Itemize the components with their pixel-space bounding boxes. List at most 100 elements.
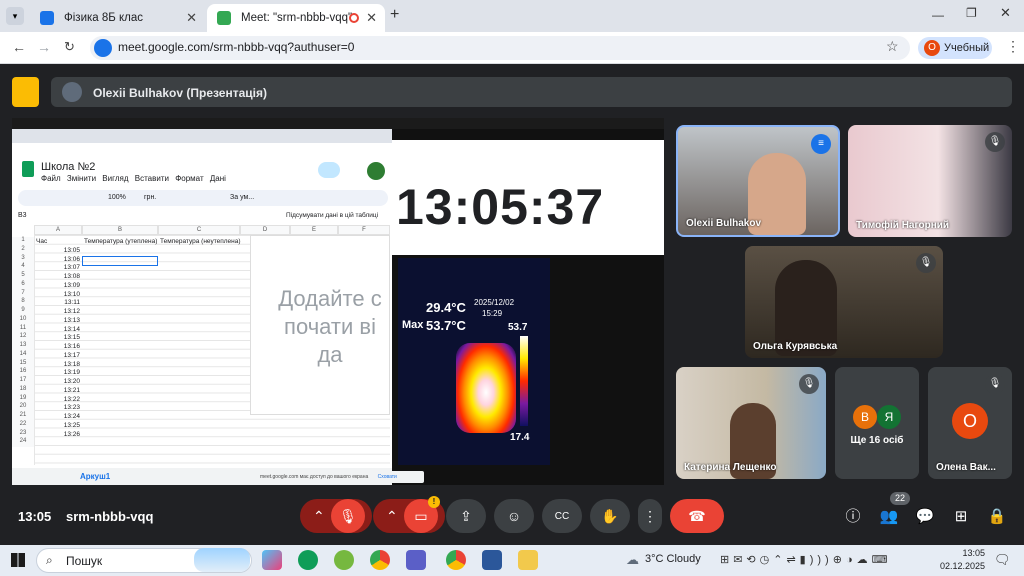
teams-icon[interactable]: [406, 550, 426, 570]
more-vert-icon: ⋮: [643, 507, 657, 524]
tab-physics[interactable]: Фізика 8Б клас ✕: [30, 4, 205, 32]
avatar: В: [853, 405, 877, 429]
profile-label: Учебный: [944, 42, 990, 54]
participant-name: Ольга Курявська: [753, 341, 838, 352]
sheets-logo-icon: [22, 161, 34, 177]
menu-view: Вигляд: [102, 174, 129, 183]
system-tray-icons[interactable]: ⊞✉⟲◷⌃⇌▮)))⊕◑☁⌨: [720, 553, 891, 566]
menu-format: Формат: [175, 174, 204, 183]
present-button[interactable]: ⇪: [446, 499, 486, 533]
column-header: B: [82, 225, 158, 235]
more-people-label: Ще 16 осіб: [850, 435, 904, 446]
participant-tile[interactable]: 🎙 О Олена Вак...: [928, 367, 1012, 479]
participant-tile[interactable]: 🎙 Катерина Лещенко: [676, 367, 826, 479]
chrome-profile-icon[interactable]: [446, 550, 466, 570]
time-cell: 13:22: [63, 395, 80, 403]
warning-badge: !: [428, 496, 440, 508]
captions-button[interactable]: CC: [542, 499, 582, 533]
speaking-indicator-icon: ≡: [811, 134, 831, 154]
sheet-menu: Файл Змінити Вигляд Вставити Формат Дані: [41, 174, 226, 183]
time-cell: 13:07: [63, 264, 80, 272]
captions-icon: CC: [554, 510, 570, 522]
participant-name: Olexii Bulhakov: [686, 218, 762, 229]
info-icon[interactable]: ⓘ: [842, 506, 864, 528]
bookmark-star-icon[interactable]: ☆: [886, 38, 899, 55]
row-number: 24: [12, 438, 34, 447]
avatar: Я: [877, 405, 901, 429]
more-participants-tile[interactable]: В Я Ще 16 осіб: [835, 367, 919, 479]
present-icon[interactable]: [12, 77, 39, 107]
more-options-button[interactable]: ⋮: [638, 499, 662, 533]
header-insulated: Температура (утеплена): [84, 238, 158, 245]
column-header: F: [338, 225, 390, 235]
people-icon[interactable]: 👥: [878, 506, 900, 528]
row-number: 15: [12, 359, 34, 369]
chat-icon[interactable]: 💬: [914, 506, 936, 528]
time-cell: 13:05: [63, 246, 80, 254]
close-window-icon[interactable]: ✕: [1000, 5, 1011, 21]
minimize-icon[interactable]: —: [932, 8, 944, 22]
url-text[interactable]: meet.google.com/srm-nbbb-vqq?authuser=0: [118, 40, 354, 54]
participant-tile[interactable]: ≡ Olexii Bulhakov: [676, 125, 840, 237]
clock-time: 13:05:37: [396, 179, 605, 235]
share-notice-text: meet.google.com має доступ до вашого екр…: [260, 474, 369, 480]
shared-os-bar: [12, 118, 664, 129]
utorrent-icon[interactable]: [334, 550, 354, 570]
reactions-button[interactable]: ☺: [494, 499, 534, 533]
close-icon[interactable]: ✕: [366, 10, 377, 26]
site-info-icon[interactable]: [94, 39, 112, 57]
menu-icon[interactable]: ⋮: [1006, 38, 1020, 55]
taskbar-time[interactable]: 13:05: [945, 548, 985, 558]
search-highlight-image: [194, 548, 250, 572]
host-controls-icon[interactable]: 🔒: [986, 506, 1008, 528]
mic-toggle-button[interactable]: 🎙: [331, 499, 365, 533]
time-cell: 13:13: [63, 316, 80, 324]
time-cell: 13:16: [63, 343, 80, 350]
time-cell: 13:10: [63, 290, 80, 298]
raise-hand-button[interactable]: ✋: [590, 499, 630, 533]
chrome-icon[interactable]: [370, 550, 390, 570]
mic-off-icon: 🎙: [985, 374, 1005, 394]
camera-off-icon: ▭: [414, 507, 428, 524]
close-icon[interactable]: ✕: [186, 10, 197, 26]
reload-icon[interactable]: ↻: [64, 39, 75, 55]
row-number: 23: [12, 429, 34, 439]
meeting-code: srm-nbbb-vqq: [66, 509, 154, 524]
tab-meet[interactable]: Meet: "srm-nbbb-vqq" ✕: [207, 4, 385, 32]
copilot-icon[interactable]: [262, 550, 282, 570]
profile-chip[interactable]: О Учебный: [918, 37, 992, 59]
word-icon[interactable]: [482, 550, 502, 570]
edge-icon[interactable]: [298, 550, 318, 570]
menu-insert: Вставити: [134, 174, 169, 183]
time-cell: 13:08: [63, 273, 80, 280]
time-cell: 13:15: [63, 334, 80, 342]
new-tab-button[interactable]: +: [390, 6, 399, 24]
hangup-icon: ☎: [688, 507, 706, 524]
time-cell: 13:19: [63, 369, 80, 377]
header-uninsulated: Температура (неутеплена): [160, 238, 241, 245]
back-icon[interactable]: ←: [12, 39, 26, 55]
share-button: [318, 162, 340, 178]
taskbar-date[interactable]: 02.12.2025: [938, 561, 985, 571]
time-cell: 13:24: [63, 413, 80, 420]
participant-tile[interactable]: 🎙 Ольга Курявська: [745, 246, 943, 358]
time-cell: 13:26: [63, 430, 80, 438]
leave-call-button[interactable]: ☎: [670, 499, 724, 533]
windows-start-icon[interactable]: [11, 553, 25, 567]
mic-off-icon: 🎙: [985, 132, 1005, 152]
search-placeholder: Пошук: [66, 554, 103, 568]
weather-text[interactable]: 3°C Cloudy: [645, 553, 701, 565]
activities-icon[interactable]: ⊞: [950, 506, 972, 528]
forward-icon[interactable]: →: [37, 39, 51, 55]
restore-icon[interactable]: ❐: [966, 6, 977, 20]
participant-tile[interactable]: 🎙 Тимофій Нагорний: [848, 125, 1012, 237]
row-number: 16: [12, 368, 34, 377]
thermal-date: 2025/12/02: [474, 298, 515, 307]
tab-search-button[interactable]: ▾: [6, 7, 24, 25]
row-number: 9: [12, 307, 34, 316]
column-header: A: [34, 225, 82, 235]
notification-icon[interactable]: 🗨: [994, 552, 1011, 568]
presenter-avatar: [62, 82, 82, 102]
file-explorer-icon[interactable]: [518, 550, 538, 570]
row-number: 6: [12, 280, 34, 290]
